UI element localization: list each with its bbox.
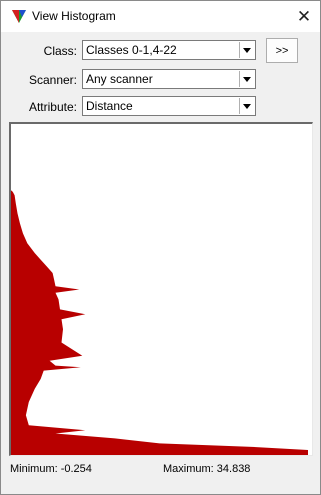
chevron-down-icon[interactable] <box>239 98 254 114</box>
chevron-down-icon[interactable] <box>239 71 254 87</box>
scanner-label: Scanner: <box>28 73 77 87</box>
scanner-select-value: Any scanner <box>86 72 153 86</box>
histogram-plot <box>11 124 308 455</box>
maximum-value: Maximum: 34.838 <box>163 463 251 475</box>
class-select[interactable]: Classes 0-1,4-22 <box>82 40 256 60</box>
class-select-value: Classes 0-1,4-22 <box>86 43 177 57</box>
close-icon: ✕ <box>296 7 312 26</box>
minimum-value: Minimum: -0.254 <box>10 463 92 475</box>
attribute-label: Attribute: <box>28 100 77 114</box>
attribute-select-value: Distance <box>86 99 133 113</box>
scanner-select[interactable]: Any scanner <box>82 69 256 89</box>
tricolor-triangle-icon <box>12 10 26 23</box>
window-title: View Histogram <box>32 9 116 23</box>
histogram-window: View Histogram ✕ Class: Classes 0-1,4-22… <box>0 0 321 495</box>
histogram-chart <box>9 122 313 456</box>
class-label: Class: <box>43 44 77 58</box>
attribute-select[interactable]: Distance <box>82 96 256 116</box>
histogram-area <box>11 124 308 455</box>
more-button[interactable]: >> <box>266 38 298 63</box>
title-bar[interactable]: View Histogram ✕ <box>1 1 320 32</box>
close-button[interactable]: ✕ <box>288 1 320 32</box>
chevron-down-icon[interactable] <box>239 42 254 58</box>
